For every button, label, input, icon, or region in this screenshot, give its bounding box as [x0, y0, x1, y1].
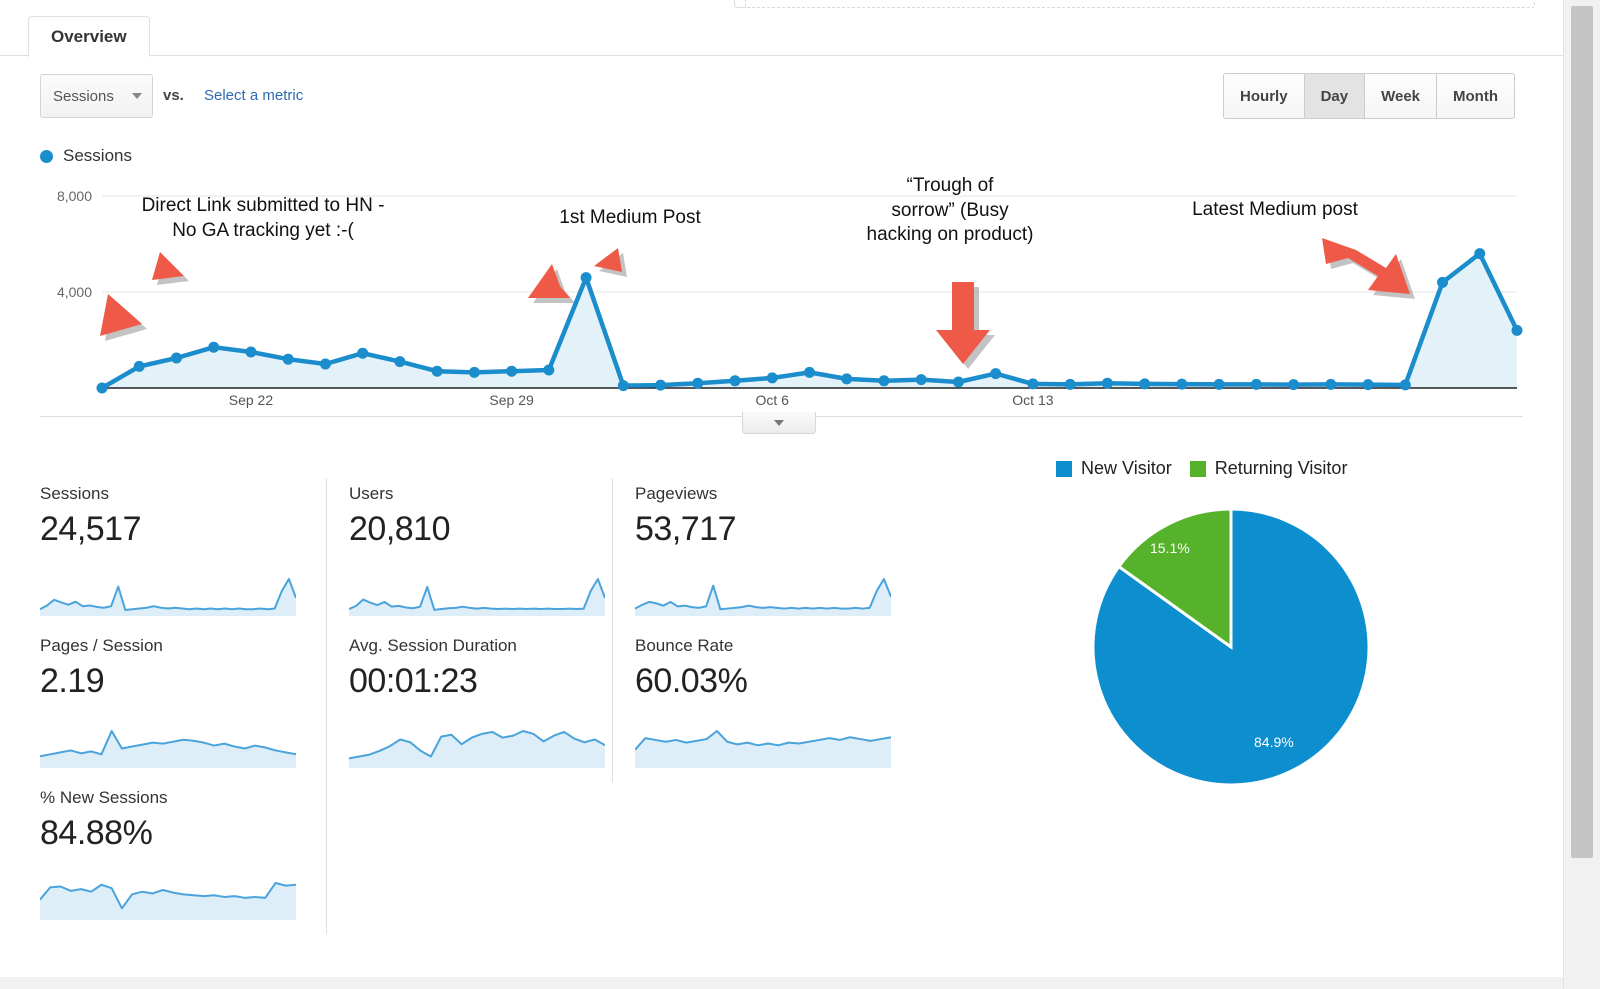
sessions-chart-svg: 4,000 8,000 — [57, 188, 1523, 394]
metric-card-users[interactable]: Users 20,810 — [326, 478, 612, 630]
legend-item-new-visitor[interactable]: New Visitor — [1056, 458, 1172, 479]
granularity-week-button[interactable]: Week — [1365, 74, 1438, 118]
metric-cards-grid: Sessions 24,517 Users 20,810 Pageviews 5… — [40, 478, 900, 934]
analytics-overview-page: Overview Sessions vs. Select a metric Ho… — [0, 0, 1600, 989]
metric-value: 84.88% — [40, 814, 153, 852]
tab-overview[interactable]: Overview — [28, 16, 150, 57]
card-bottom-edge — [0, 977, 1563, 983]
chart-series-legend: Sessions — [40, 146, 132, 166]
metric-card-pageviews[interactable]: Pageviews 53,717 — [612, 478, 898, 630]
metric-card-new-sessions[interactable]: % New Sessions 84.88% — [40, 782, 326, 934]
report-card: Overview Sessions vs. Select a metric Ho… — [0, 8, 1563, 983]
metric-row-1: Sessions 24,517 Users 20,810 Pageviews 5… — [40, 478, 900, 630]
select-a-metric-link[interactable]: Select a metric — [204, 87, 303, 104]
metric-card-empty-slot — [326, 782, 612, 934]
svg-text:8,000: 8,000 — [57, 188, 92, 204]
visitor-type-pie-chart[interactable]: 15.1% 84.9% — [1086, 502, 1376, 792]
sessions-legend-dot-icon — [40, 149, 53, 163]
x-axis-tick-label: Sep 29 — [489, 392, 534, 408]
metric-sparkline — [635, 730, 891, 768]
primary-metric-select[interactable]: Sessions — [40, 74, 153, 118]
metric-sparkline — [40, 730, 296, 768]
metric-label: Bounce Rate — [635, 636, 734, 655]
chevron-down-icon — [774, 419, 784, 426]
sessions-legend-label: Sessions — [63, 146, 132, 165]
metric-label: Pages / Session — [40, 636, 163, 655]
metric-sparkline — [40, 578, 296, 616]
metric-value: 24,517 — [40, 510, 142, 548]
page-scrollbar-track[interactable] — [1563, 0, 1600, 989]
metric-value: 60.03% — [635, 662, 748, 700]
svg-text:4,000: 4,000 — [57, 284, 92, 300]
metric-value: 00:01:23 — [349, 662, 478, 700]
metric-sparkline — [349, 578, 605, 616]
visitor-type-legend: New Visitor Returning Visitor — [1056, 458, 1347, 479]
metric-row-3: % New Sessions 84.88% — [40, 782, 900, 934]
page-scrollbar-thumb[interactable] — [1571, 6, 1593, 858]
metric-value: 2.19 — [40, 662, 105, 700]
tab-overview-label: Overview — [51, 27, 127, 46]
chart-collapse-handle[interactable] — [742, 412, 816, 434]
metric-row-2: Pages / Session 2.19 Avg. Session Durati… — [40, 630, 900, 782]
vs-label: vs. — [163, 87, 184, 104]
tab-bar: Overview — [0, 8, 1563, 57]
legend-item-returning-visitor[interactable]: Returning Visitor — [1189, 458, 1348, 479]
metric-sparkline — [635, 578, 891, 616]
legend-label: New Visitor — [1081, 458, 1172, 478]
metric-sparkline — [349, 730, 605, 768]
granularity-month-button[interactable]: Month — [1437, 74, 1514, 118]
x-axis-tick-label: Sep 22 — [228, 392, 274, 408]
x-axis-tick-label: Oct 6 — [755, 392, 789, 408]
granularity-hourly-button[interactable]: Hourly — [1224, 74, 1305, 118]
returning-visitor-swatch-icon — [1189, 460, 1206, 477]
dashed-placeholder-partial — [745, 0, 1535, 8]
metric-card-avg-session-duration[interactable]: Avg. Session Duration 00:01:23 — [326, 630, 612, 782]
granularity-day-button[interactable]: Day — [1304, 74, 1366, 118]
metric-card-pages-per-session[interactable]: Pages / Session 2.19 — [40, 630, 326, 782]
metric-value: 20,810 — [349, 510, 451, 548]
new-visitor-swatch-icon — [1056, 460, 1072, 477]
legend-label: Returning Visitor — [1214, 458, 1348, 478]
primary-metric-value: Sessions — [53, 87, 114, 105]
x-axis-tick-label: Oct 13 — [1012, 392, 1054, 408]
metric-label: Sessions — [40, 484, 109, 503]
metric-label: Users — [349, 484, 394, 503]
chevron-down-icon — [132, 93, 142, 99]
granularity-button-group: Hourly Day Week Month — [1223, 73, 1515, 119]
metric-sparkline — [40, 882, 296, 920]
metric-card-sessions[interactable]: Sessions 24,517 — [40, 478, 326, 630]
metric-label: Pageviews — [635, 484, 718, 503]
metric-card-bounce-rate[interactable]: Bounce Rate 60.03% — [612, 630, 898, 782]
metric-label: Avg. Session Duration — [349, 636, 517, 655]
metric-value: 53,717 — [635, 510, 737, 548]
metric-selector-row: Sessions vs. Select a metric Hourly Day … — [0, 56, 1563, 128]
sessions-timeseries-chart[interactable]: 4,000 8,000 — [40, 184, 1523, 416]
pie-chart-svg — [1091, 507, 1371, 787]
metric-label: % New Sessions — [40, 788, 168, 807]
